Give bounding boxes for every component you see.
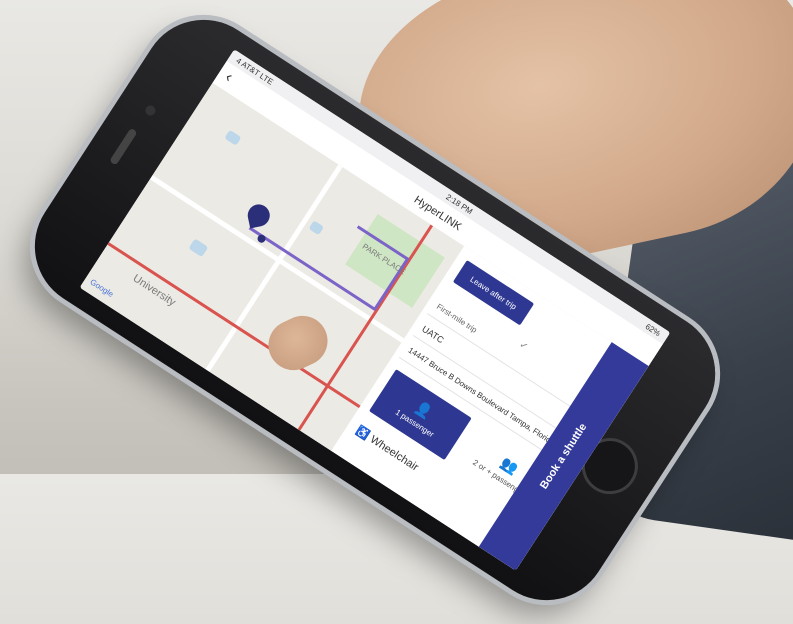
location-pin-icon[interactable] xyxy=(245,202,272,229)
map-water xyxy=(308,220,325,236)
google-logo: Google xyxy=(88,277,115,299)
check-icon: ✓ xyxy=(516,339,530,354)
front-camera xyxy=(143,103,158,118)
map-label-university: University xyxy=(130,272,178,309)
first-mile-label: First-mile trip xyxy=(434,302,479,335)
back-icon[interactable]: ‹ xyxy=(221,69,236,87)
map-water xyxy=(188,238,209,258)
earpiece-speaker xyxy=(109,127,138,166)
map-water xyxy=(224,129,242,146)
